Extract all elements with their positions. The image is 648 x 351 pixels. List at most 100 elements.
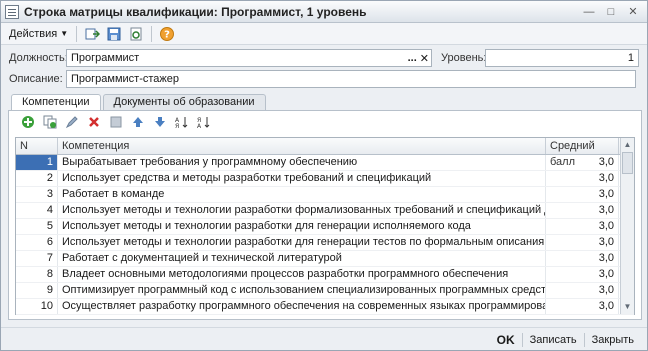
table-row[interactable]: 9 Оптимизирует программный код с использо… bbox=[16, 283, 634, 299]
move-up-icon[interactable] bbox=[130, 114, 146, 130]
competence-cell: Работает в команде bbox=[58, 187, 546, 202]
refresh-icon[interactable] bbox=[128, 26, 144, 42]
close-icon[interactable]: ✕ bbox=[625, 5, 641, 19]
button-divider-2 bbox=[583, 332, 585, 347]
move-down-icon[interactable] bbox=[152, 114, 168, 130]
svg-text:?: ? bbox=[164, 29, 170, 40]
competence-cell: Вырабатывает требования у программному о… bbox=[58, 155, 546, 170]
scroll-up-icon[interactable]: ▲ bbox=[621, 138, 634, 152]
competence-cell: Использует методы и технологии разработк… bbox=[58, 219, 546, 234]
window-title: Строка матрицы квалификации: Программист… bbox=[24, 4, 367, 19]
score-cell: 3,0 bbox=[546, 299, 619, 314]
competence-cell: Владеет основными методологиями процессо… bbox=[58, 267, 546, 282]
competence-cell: Оптимизирует программный код с использов… bbox=[58, 283, 546, 298]
save-button[interactable]: Записать bbox=[525, 332, 582, 348]
title-bar: Строка матрицы квалификации: Программист… bbox=[1, 1, 647, 23]
competence-cell: Использует методы и технологии разработк… bbox=[58, 235, 546, 250]
table-row[interactable]: 10 Осуществляет разработку программного о… bbox=[16, 299, 634, 315]
row-number: 8 bbox=[16, 267, 58, 282]
table-row[interactable]: 2 Использует средства и методы разработки… bbox=[16, 171, 634, 187]
description-field[interactable]: Программист-стажер bbox=[66, 70, 636, 88]
end-edit-icon[interactable] bbox=[108, 114, 124, 130]
document-icon bbox=[5, 4, 19, 19]
actions-label: Действия bbox=[9, 27, 58, 40]
table-header: N Компетенция Средний балл bbox=[16, 138, 634, 168]
dialog-window: Строка матрицы квалификации: Программист… bbox=[0, 0, 648, 351]
toolbar-divider bbox=[76, 25, 78, 42]
level-field[interactable]: 1 bbox=[485, 49, 639, 67]
toolbar-divider-2 bbox=[151, 25, 153, 42]
score-cell: 3,0 bbox=[546, 203, 619, 218]
column-header-score[interactable]: Средний балл bbox=[546, 138, 619, 168]
button-divider bbox=[521, 332, 523, 347]
sort-ascending-icon[interactable]: AЯ bbox=[174, 114, 190, 130]
description-value: Программист-стажер bbox=[71, 73, 179, 85]
position-field[interactable]: Программист ... ✕ bbox=[66, 49, 432, 67]
select-ellipsis-icon[interactable]: ... bbox=[408, 52, 417, 65]
row-number: 5 bbox=[16, 219, 58, 234]
table-row[interactable]: 8 Владеет основными методологиями процесс… bbox=[16, 267, 634, 283]
row-number: 2 bbox=[16, 171, 58, 186]
add-icon[interactable] bbox=[20, 114, 36, 130]
close-button[interactable]: Закрыть bbox=[587, 332, 639, 348]
ok-button[interactable]: OK bbox=[492, 332, 520, 348]
dropdown-arrow-icon: ▼ bbox=[60, 29, 69, 38]
position-label: Должность: bbox=[9, 52, 68, 64]
copy-icon[interactable] bbox=[42, 114, 58, 130]
edit-icon[interactable] bbox=[64, 114, 80, 130]
scroll-down-icon[interactable]: ▼ bbox=[621, 300, 634, 314]
tab-education-documents[interactable]: Документы об образовании bbox=[102, 94, 266, 110]
score-cell: 3,0 bbox=[546, 171, 619, 186]
competences-panel: AЯ ЯA N Компетенция Средний балл 1 Выраба… bbox=[8, 110, 642, 320]
column-header-n[interactable]: N bbox=[16, 138, 58, 154]
table-row[interactable]: 7 Работает с документацией и технической … bbox=[16, 251, 634, 267]
score-cell: 3,0 bbox=[546, 187, 619, 202]
score-cell: 3,0 bbox=[546, 267, 619, 282]
table-row[interactable]: 4 Использует методы и технологии разработ… bbox=[16, 203, 634, 219]
competence-cell: Использует методы и технологии разработк… bbox=[58, 203, 546, 218]
position-value: Программист bbox=[71, 52, 140, 64]
description-label: Описание: bbox=[9, 73, 63, 85]
competence-cell: Осуществляет разработку программного обе… bbox=[58, 299, 546, 314]
sort-descending-icon[interactable]: ЯA bbox=[196, 114, 212, 130]
competences-table: N Компетенция Средний балл 1 Вырабатывает… bbox=[15, 137, 635, 315]
level-label: Уровень: bbox=[441, 52, 487, 64]
table-row[interactable]: 3 Работает в команде 3,0 bbox=[16, 187, 634, 203]
row-number: 7 bbox=[16, 251, 58, 266]
table-row[interactable]: 1 Вырабатывает требования у программному … bbox=[16, 155, 634, 171]
scroll-thumb[interactable] bbox=[622, 152, 633, 174]
help-icon[interactable]: ? bbox=[159, 26, 175, 42]
level-value: 1 bbox=[627, 52, 634, 64]
row-number: 3 bbox=[16, 187, 58, 202]
grid-toolbar: AЯ ЯA bbox=[9, 111, 641, 133]
delete-icon[interactable] bbox=[86, 114, 102, 130]
table-row[interactable]: 6 Использует методы и технологии разработ… bbox=[16, 235, 634, 251]
competence-cell: Использует средства и методы разработки … bbox=[58, 171, 546, 186]
tab-competences[interactable]: Компетенции bbox=[11, 94, 101, 111]
level-row: Уровень: 1 bbox=[441, 49, 639, 67]
svg-text:Я: Я bbox=[175, 123, 179, 129]
tab-bar: Компетенции Документы об образовании bbox=[11, 94, 268, 111]
save-icon[interactable] bbox=[106, 26, 122, 42]
maximize-icon[interactable]: □ bbox=[603, 5, 619, 19]
description-row: Описание: Программист-стажер bbox=[9, 70, 636, 88]
row-number: 9 bbox=[16, 283, 58, 298]
row-number: 1 bbox=[16, 155, 58, 170]
column-header-competence[interactable]: Компетенция bbox=[58, 138, 546, 154]
table-row[interactable]: 5 Использует методы и технологии разработ… bbox=[16, 219, 634, 235]
score-cell: 3,0 bbox=[546, 283, 619, 298]
competence-cell: Работает с документацией и технической л… bbox=[58, 251, 546, 266]
minimize-icon[interactable]: — bbox=[581, 5, 597, 19]
score-cell: 3,0 bbox=[546, 155, 619, 170]
row-number: 10 bbox=[16, 299, 58, 314]
row-number: 4 bbox=[16, 203, 58, 218]
actions-menu[interactable]: Действия ▼ bbox=[5, 25, 72, 43]
position-row: Должность: Программист ... ✕ bbox=[9, 49, 432, 67]
toolbar: Действия ▼ ? bbox=[1, 23, 647, 45]
score-cell: 3,0 bbox=[546, 219, 619, 234]
save-and-close-icon[interactable] bbox=[84, 26, 101, 42]
score-cell: 3,0 bbox=[546, 251, 619, 266]
vertical-scrollbar[interactable]: ▲ ▼ bbox=[620, 138, 634, 314]
dialog-buttons: OK Записать Закрыть bbox=[1, 327, 647, 351]
clear-icon[interactable]: ✕ bbox=[420, 52, 429, 65]
